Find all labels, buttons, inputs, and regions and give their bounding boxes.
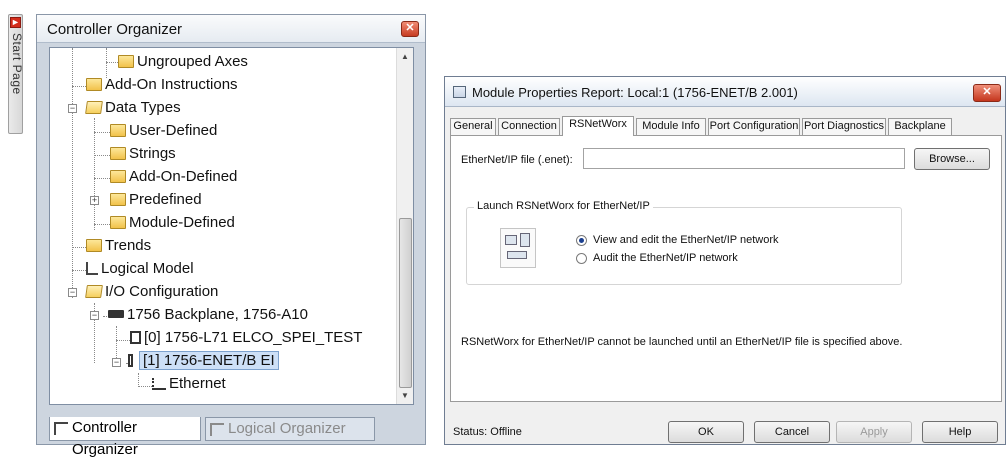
tree-item-ethernet[interactable]: Ethernet — [152, 374, 226, 396]
start-page-tab[interactable]: ► Start Page — [8, 14, 24, 134]
backplane-icon — [108, 310, 124, 318]
tree-line — [138, 386, 152, 387]
datatype-folder-icon — [110, 170, 126, 183]
tree-item-io-configuration[interactable]: I/O Configuration — [85, 282, 218, 304]
collapse-backplane-toggle[interactable]: − — [90, 311, 99, 320]
tree-line — [72, 247, 86, 248]
radio-view-edit[interactable] — [576, 235, 587, 246]
tree-line — [94, 224, 110, 225]
enet-file-input[interactable] — [583, 148, 905, 169]
tree-line — [138, 373, 139, 387]
tree-view-icon — [54, 422, 68, 435]
dialog-tab-bar: General Connection RSNetWorx Module Info… — [450, 116, 1002, 136]
dialog-title: Module Properties Report: Local:1 (1756-… — [472, 85, 798, 100]
radio-view-edit-label[interactable]: View and edit the EtherNet/IP network — [593, 234, 778, 246]
open-folder-icon — [85, 101, 103, 114]
browse-button[interactable]: Browse... — [914, 148, 990, 170]
cancel-button[interactable]: Cancel — [754, 421, 830, 443]
tree-line — [106, 48, 107, 78]
ok-button[interactable]: OK — [668, 421, 744, 443]
tree-item-add-on-defined[interactable]: Add-On-Defined — [110, 167, 237, 189]
apply-button[interactable]: Apply — [836, 421, 912, 443]
module-properties-dialog: Module Properties Report: Local:1 (1756-… — [444, 76, 1006, 445]
dialog-close-button[interactable]: ✕ — [973, 84, 1001, 102]
tab-module-info[interactable]: Module Info — [636, 118, 706, 135]
tab-backplane[interactable]: Backplane — [888, 118, 952, 135]
organizer-title: Controller Organizer — [47, 21, 183, 38]
radio-audit[interactable] — [576, 253, 587, 264]
tab-controller-organizer[interactable]: Controller Organizer — [49, 417, 201, 458]
tree-line — [72, 86, 86, 87]
open-folder-icon — [85, 285, 103, 298]
network-node-icon — [507, 251, 527, 259]
scroll-down-arrow-icon[interactable]: ▼ — [397, 387, 413, 404]
tab-rsnetworx[interactable]: RSNetWorx — [562, 116, 634, 136]
dialog-status: Status: Offline — [453, 426, 522, 438]
start-page-label: Start Page — [10, 33, 24, 95]
tree-item-backplane[interactable]: 1756 Backplane, 1756-A10 — [108, 305, 308, 327]
tree-line — [106, 62, 118, 63]
tree-item-add-on-instructions[interactable]: Add-On Instructions — [86, 75, 238, 97]
tree-scrollbar[interactable]: ▲ ▼ — [396, 48, 413, 404]
folder-icon — [118, 55, 134, 68]
tree-item-strings[interactable]: Strings — [110, 144, 176, 166]
tree-line — [94, 118, 95, 230]
expand-predefined-toggle[interactable]: + — [90, 196, 99, 205]
rsnetworx-network-icon — [500, 228, 536, 268]
tree-line — [72, 270, 86, 271]
radio-audit-label[interactable]: Audit the EtherNet/IP network — [593, 252, 738, 264]
tree-item-controller-slot0[interactable]: [0] 1756-L71 ELCO_SPEI_TEST — [130, 328, 362, 350]
tree-line — [94, 178, 110, 179]
selected-tree-label: [1] 1756-ENET/B EI — [139, 351, 279, 370]
collapse-enet-toggle[interactable]: − — [112, 358, 121, 367]
tree-item-module-defined[interactable]: Module-Defined — [110, 213, 235, 235]
datatype-folder-icon — [110, 216, 126, 229]
folder-icon — [86, 239, 102, 252]
ethernet-module-icon — [128, 354, 133, 367]
launch-group-label: Launch RSNetWorx for EtherNet/IP — [474, 200, 653, 212]
dialog-title-bar: Module Properties Report: Local:1 (1756-… — [445, 77, 1005, 107]
organizer-title-bar: Controller Organizer ✕ — [37, 15, 425, 43]
tab-port-diagnostics[interactable]: Port Diagnostics — [802, 118, 886, 135]
tree-item-enet-slot1[interactable]: [1] 1756-ENET/B EI — [128, 351, 279, 373]
help-button[interactable]: Help — [922, 421, 998, 443]
tab-port-configuration[interactable]: Port Configuration — [708, 118, 800, 135]
scroll-up-arrow-icon[interactable]: ▲ — [397, 48, 413, 65]
logical-model-icon — [86, 262, 98, 275]
start-page-icon: ► — [10, 17, 21, 28]
tree-item-logical-model[interactable]: Logical Model — [86, 259, 194, 281]
datatype-folder-icon — [110, 147, 126, 160]
organizer-tabs: Controller Organizer Logical Organizer — [49, 417, 414, 458]
scrollbar-thumb[interactable] — [399, 218, 412, 388]
controller-organizer-panel: Controller Organizer ✕ − + − − − Ungroup… — [36, 14, 426, 458]
tree-item-trends[interactable]: Trends — [86, 236, 151, 258]
tab-connection[interactable]: Connection — [498, 118, 560, 135]
network-icon — [152, 378, 166, 390]
network-node-icon — [520, 233, 530, 247]
tree-item-predefined[interactable]: Predefined — [110, 190, 202, 212]
tree-item-ungrouped-axes[interactable]: Ungrouped Axes — [118, 52, 248, 74]
organizer-tree: − + − − − Ungrouped Axes Add-On Instruct… — [49, 47, 414, 405]
tree-line — [94, 155, 110, 156]
tab-logical-organizer[interactable]: Logical Organizer — [205, 417, 375, 441]
collapse-data-types-toggle[interactable]: − — [68, 104, 77, 113]
tree-item-user-defined[interactable]: User-Defined — [110, 121, 217, 143]
start-page-strip: ► Start Page — [0, 0, 36, 445]
tree-line — [94, 132, 110, 133]
controller-module-icon — [130, 331, 141, 344]
collapse-io-config-toggle[interactable]: − — [68, 288, 77, 297]
launch-warning-message: RSNetWorx for EtherNet/IP cannot be laun… — [461, 336, 903, 348]
datatype-folder-icon — [110, 193, 126, 206]
tab-general[interactable]: General — [450, 118, 496, 135]
network-node-icon — [505, 235, 517, 245]
enet-file-label: EtherNet/IP file (.enet): — [461, 154, 573, 166]
folder-icon — [86, 78, 102, 91]
dialog-window-icon — [453, 86, 466, 98]
logical-view-icon — [210, 423, 224, 436]
organizer-close-button[interactable]: ✕ — [401, 21, 419, 37]
datatype-folder-icon — [110, 124, 126, 137]
tree-item-data-types[interactable]: Data Types — [85, 98, 181, 120]
rsnetworx-tab-panel: EtherNet/IP file (.enet): Browse... Laun… — [450, 135, 1002, 402]
